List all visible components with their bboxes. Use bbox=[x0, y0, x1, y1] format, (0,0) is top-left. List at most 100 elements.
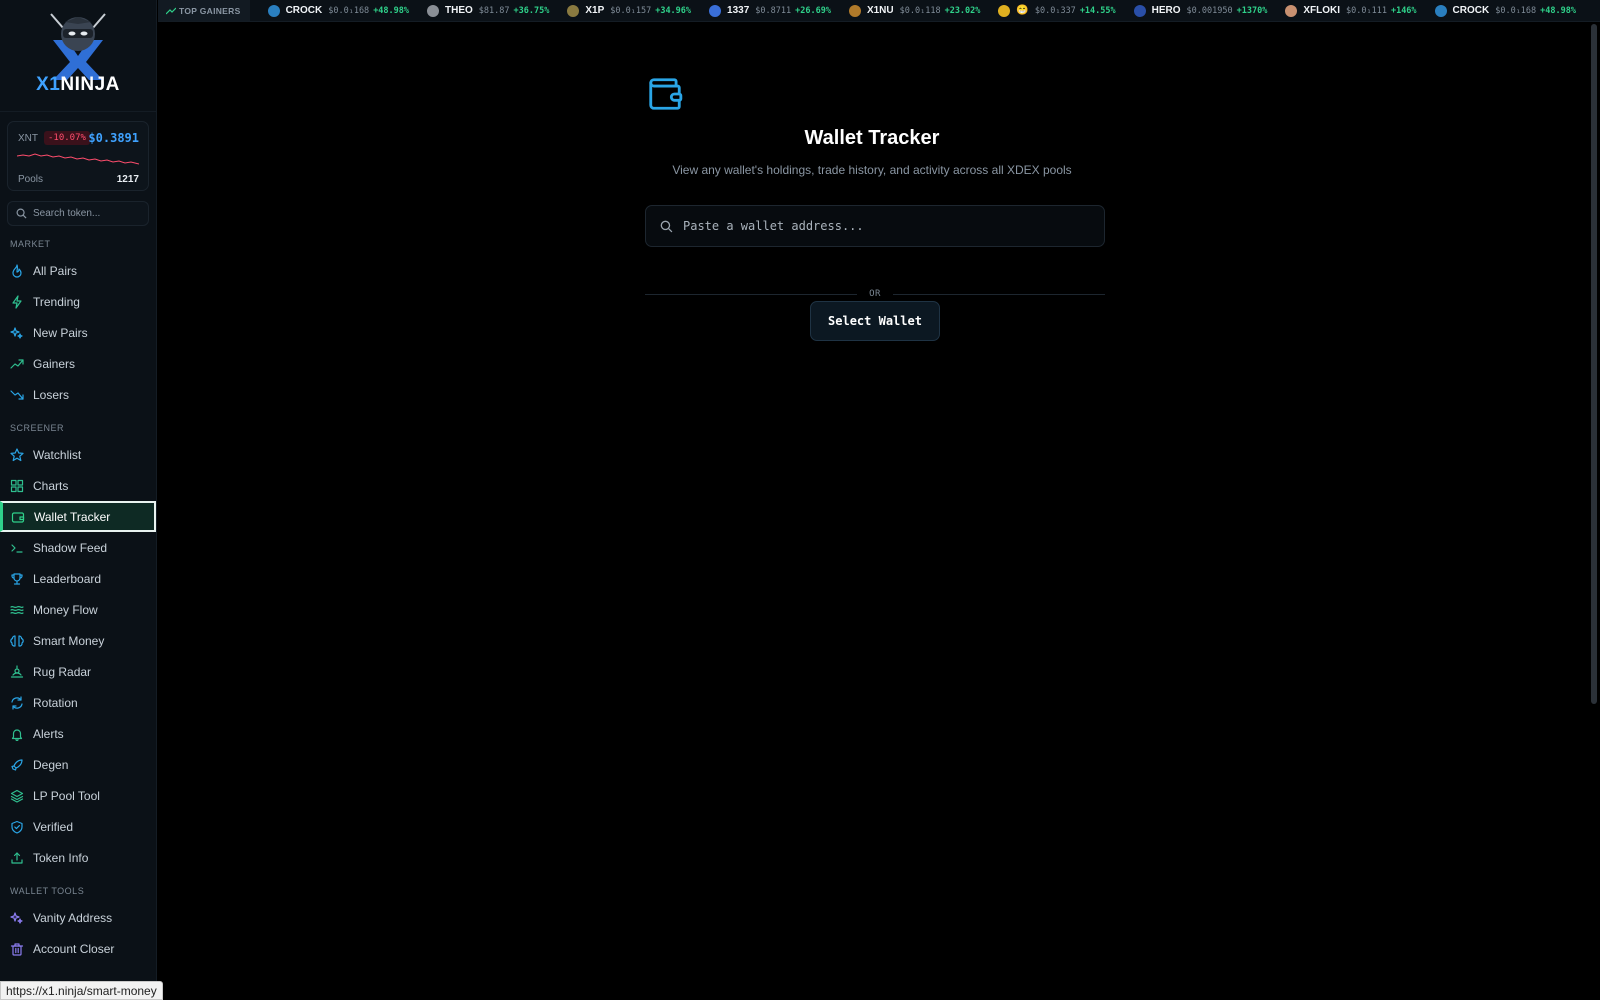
sidebar-item-shadow-feed[interactable]: Shadow Feed bbox=[0, 532, 156, 563]
price-sparkline bbox=[17, 153, 139, 165]
sidebar-item-token-info[interactable]: Token Info bbox=[0, 842, 156, 873]
select-wallet-button[interactable]: Select Wallet bbox=[810, 301, 940, 341]
ticker-price: $0.001950 bbox=[1186, 5, 1233, 16]
ticker-item[interactable]: 1337 $0.8711 +26.69% bbox=[709, 4, 831, 17]
ticker-change: +26.69% bbox=[795, 5, 831, 16]
sidebar-item-watchlist[interactable]: Watchlist bbox=[0, 439, 156, 470]
sidebar-item-alerts[interactable]: Alerts bbox=[0, 718, 156, 749]
ticker-item[interactable]: 😁 $0.0₁337 +14.55% bbox=[998, 4, 1116, 17]
trend-up-icon bbox=[166, 7, 176, 14]
sidebar-item-label: Trending bbox=[33, 294, 80, 309]
sidebar-item-leaderboard[interactable]: Leaderboard bbox=[0, 563, 156, 594]
wallet-icon bbox=[11, 510, 25, 524]
wallet-address-input[interactable] bbox=[683, 219, 1083, 233]
sidebar-item-label: Rotation bbox=[33, 695, 78, 710]
sidebar-item-lp-pool-tool[interactable]: LP Pool Tool bbox=[0, 780, 156, 811]
bell-icon bbox=[10, 727, 24, 741]
sidebar-item-gainers[interactable]: Gainers bbox=[0, 348, 156, 379]
token-logo-icon bbox=[567, 4, 580, 17]
sidebar-item-label: Watchlist bbox=[33, 447, 82, 462]
sidebar-item-label: Money Flow bbox=[33, 602, 98, 617]
sidebar-item-vanity-address[interactable]: Vanity Address bbox=[0, 902, 156, 933]
xnt-price-card[interactable]: XNT -10.07% $0.3891 Pools 1217 bbox=[7, 121, 149, 191]
sidebar-item-trending[interactable]: Trending bbox=[0, 286, 156, 317]
divider-line bbox=[645, 293, 858, 295]
pools-count: 1217 bbox=[116, 174, 139, 185]
sidebar-item-rug-radar[interactable]: Rug Radar bbox=[0, 656, 156, 687]
ticker-price: $0.0₁111 bbox=[1346, 5, 1387, 16]
sidebar-item-new-pairs[interactable]: New Pairs bbox=[0, 317, 156, 348]
ticker-item[interactable]: CROCK $0.0₁168 +48.98% bbox=[1434, 4, 1576, 17]
waves-icon bbox=[10, 603, 24, 617]
sidebar-item-rotation[interactable]: Rotation bbox=[0, 687, 156, 718]
ticker-price: $0.8711 bbox=[755, 5, 792, 16]
sidebar-item-money-flow[interactable]: Money Flow bbox=[0, 594, 156, 625]
sidebar-item-label: New Pairs bbox=[33, 325, 88, 340]
ticker-item[interactable]: HERO $0.001950 +1370% bbox=[1133, 4, 1267, 17]
or-label: OR bbox=[869, 289, 881, 299]
pools-label: Pools bbox=[18, 174, 44, 185]
token-search-input[interactable] bbox=[33, 208, 143, 219]
sidebar-item-account-closer[interactable]: Account Closer bbox=[0, 933, 156, 964]
ticker-item[interactable]: X1P $0.0₁157 +34.96% bbox=[567, 4, 692, 17]
divider-line bbox=[892, 293, 1105, 295]
sidebar-item-label: Vanity Address bbox=[33, 910, 113, 925]
sidebar-item-label: Token Info bbox=[33, 850, 89, 865]
sidebar-item-charts[interactable]: Charts bbox=[0, 470, 156, 501]
rocket-icon bbox=[10, 758, 24, 772]
or-divider: OR bbox=[645, 287, 1105, 301]
sidebar-item-label: Degen bbox=[33, 757, 69, 772]
ticker-symbol: 1337 bbox=[727, 5, 750, 16]
ticker-item[interactable]: XFLOKI $0.0₁111 +146% bbox=[1285, 4, 1417, 17]
ticker-price: $0.0₁337 bbox=[1034, 5, 1076, 16]
layers-icon bbox=[10, 789, 24, 803]
price-value: $0.3891 bbox=[88, 131, 139, 145]
section-label-screener: SCREENER bbox=[10, 423, 65, 433]
ticker-item[interactable]: CROCK $0.0₁168 +48.98% bbox=[267, 4, 409, 17]
ticker-symbol: HERO bbox=[1151, 5, 1181, 16]
wallet-address-field bbox=[645, 205, 1105, 247]
flame-icon bbox=[10, 263, 24, 278]
token-logo-icon bbox=[998, 4, 1011, 17]
sidebar-item-smart-money[interactable]: Smart Money bbox=[0, 625, 156, 656]
sparkle-icon bbox=[10, 911, 24, 925]
ticker-change: +23.02% bbox=[944, 5, 981, 16]
token-search bbox=[7, 201, 149, 226]
brain-icon bbox=[10, 634, 24, 648]
ticker-item[interactable]: X1NU $0.0₁118 +23.02% bbox=[848, 4, 981, 17]
price-change-badge: -10.07% bbox=[44, 131, 90, 145]
token-logo-icon bbox=[427, 4, 440, 17]
ticker-symbol: X1P bbox=[585, 5, 605, 16]
sidebar-item-label: Smart Money bbox=[33, 633, 105, 648]
shield-check-icon bbox=[10, 820, 24, 834]
ninja-logo-icon bbox=[50, 13, 106, 80]
sidebar-item-label: Leaderboard bbox=[33, 571, 102, 586]
page-title: Wallet Tracker bbox=[804, 127, 940, 149]
logo[interactable]: X1NINJA bbox=[0, 0, 156, 112]
sidebar-item-label: Losers bbox=[33, 387, 70, 402]
token-logo-icon bbox=[1133, 4, 1146, 17]
sidebar-item-label: Rug Radar bbox=[33, 664, 92, 679]
sidebar-item-all-pairs[interactable]: All Pairs bbox=[0, 255, 156, 286]
token-logo-icon bbox=[848, 4, 861, 17]
page-scrollbar[interactable] bbox=[1591, 24, 1597, 704]
section-label-wallet-tools: WALLET TOOLS bbox=[10, 886, 85, 896]
sidebar-item-losers[interactable]: Losers bbox=[0, 379, 156, 410]
ticker-price: $0.0₁168 bbox=[1495, 5, 1537, 16]
section-label-market: MARKET bbox=[10, 239, 51, 249]
ticker-change: +48.98% bbox=[1540, 5, 1576, 16]
terminal-icon bbox=[10, 541, 24, 555]
ticker-change: +34.96% bbox=[655, 5, 692, 16]
search-icon bbox=[16, 208, 27, 219]
ticker-item[interactable]: THEO $81.87 +36.75% bbox=[427, 4, 549, 17]
token-logo-icon bbox=[1434, 4, 1447, 17]
sidebar-item-label: LP Pool Tool bbox=[33, 788, 100, 803]
wallet-icon bbox=[649, 78, 683, 110]
sidebar-item-label: Wallet Tracker bbox=[34, 509, 111, 524]
sidebar-item-wallet-tracker[interactable]: Wallet Tracker bbox=[0, 501, 156, 532]
sidebar-item-degen[interactable]: Degen bbox=[0, 749, 156, 780]
token-logo-icon bbox=[267, 4, 280, 17]
sidebar-item-verified[interactable]: Verified bbox=[0, 811, 156, 842]
ticker-change: +146% bbox=[1390, 5, 1417, 16]
ticker-change: +14.55% bbox=[1079, 5, 1116, 16]
